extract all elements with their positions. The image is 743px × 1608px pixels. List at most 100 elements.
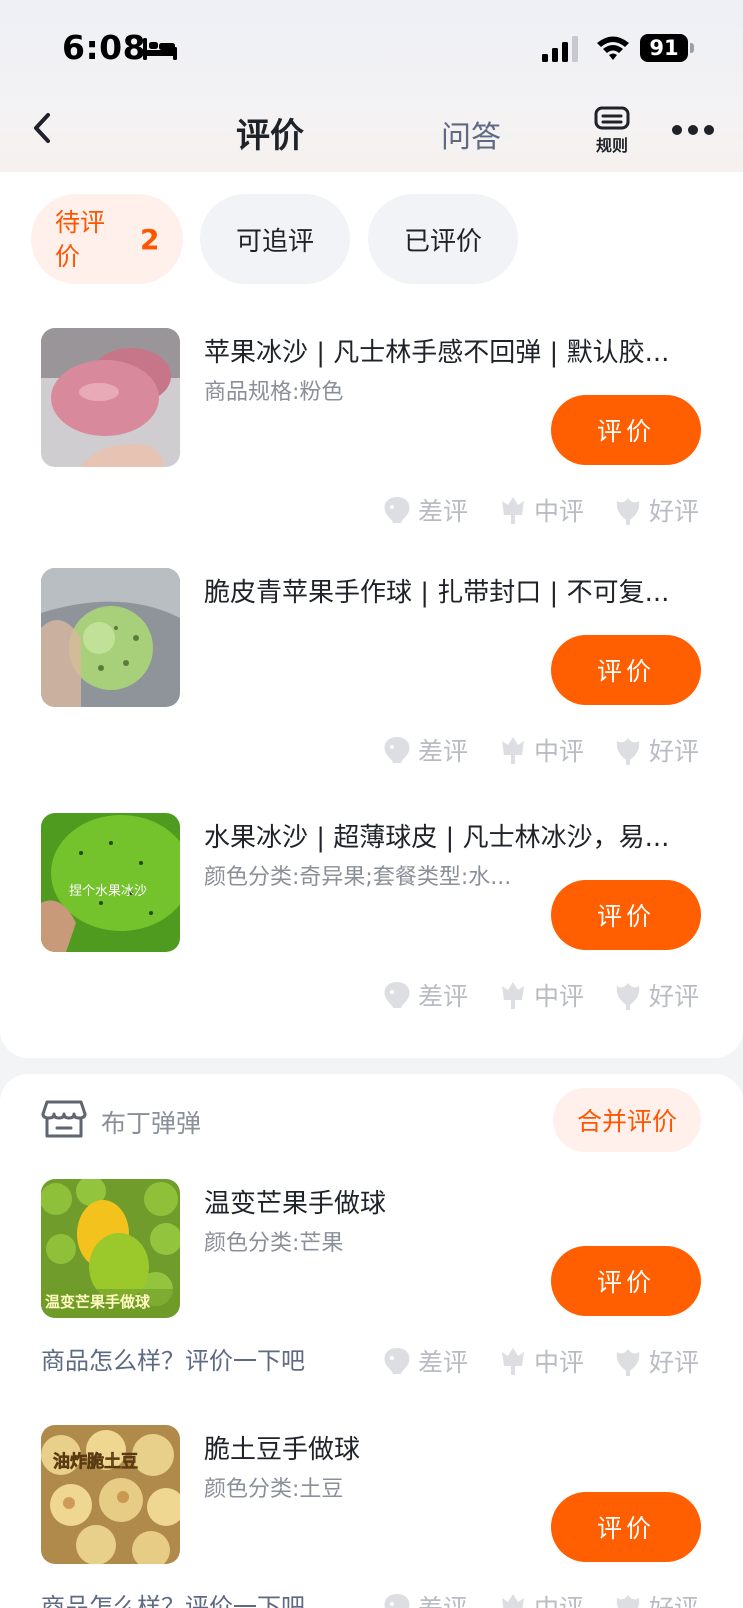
product-title[interactable]: 脆皮青苹果手作球 | 扎带封口 | 不可复...	[204, 572, 700, 609]
tab-qa[interactable]: 问答	[441, 112, 501, 156]
review-button[interactable]: 评价	[551, 1492, 701, 1562]
review-prompt: 商品怎么样？评价一下吧	[41, 1347, 305, 1375]
product-image-caption: 捏个水果冰沙	[69, 884, 147, 899]
bad-rating-icon	[384, 1348, 410, 1374]
rating-row: 差评 中评 好评	[0, 975, 743, 1015]
bad-rating-icon	[384, 1594, 410, 1608]
filter-pending[interactable]: 待评价 2	[31, 194, 183, 284]
rate-bad-button[interactable]: 差评	[380, 730, 468, 770]
mid-rating-icon	[502, 1594, 524, 1608]
review-button[interactable]: 评价	[551, 880, 701, 950]
rating-row: 商品怎么样？评价一下吧 差评 中评 好评	[0, 1587, 743, 1608]
product-title[interactable]: 脆土豆手做球	[204, 1429, 700, 1466]
wifi-icon	[597, 36, 629, 60]
battery-level: 91	[640, 34, 688, 62]
store-icon	[41, 1100, 87, 1138]
cellular-signal-icon	[542, 36, 578, 62]
review-prompt: 商品怎么样？评价一下吧	[41, 1593, 305, 1608]
rate-mid-button[interactable]: 中评	[496, 1587, 584, 1608]
pending-review-card: 待评价 2 可追评 已评价 苹果冰沙 | 凡士林手感不回弹 | 默认胶... 商…	[0, 172, 743, 1058]
list-item: 捏个水果冰沙 水果冰沙 | 超薄球皮 | 凡士林冰沙，易... 颜色分类:奇异果…	[0, 813, 743, 1043]
rate-bad-label: 差评	[418, 737, 469, 766]
product-spec: 颜色分类:土豆	[204, 1477, 344, 1502]
rate-bad-button[interactable]: 差评	[380, 1587, 468, 1608]
product-image[interactable]: 捏个水果冰沙	[41, 813, 180, 952]
battery-tip	[690, 43, 694, 53]
rules-button[interactable]: 规则	[590, 106, 634, 155]
product-image[interactable]	[41, 328, 180, 467]
product-spec: 颜色分类:芒果	[204, 1231, 344, 1256]
review-button[interactable]: 评价	[551, 395, 701, 465]
mid-rating-icon	[502, 1348, 524, 1375]
shop-name[interactable]: 布丁弹弹	[101, 1104, 201, 1140]
mid-rating-icon	[502, 497, 524, 524]
rating-row: 差评 中评 好评	[0, 490, 743, 530]
product-title[interactable]: 水果冰沙 | 超薄球皮 | 凡士林冰沙，易...	[204, 817, 700, 854]
product-image[interactable]	[41, 568, 180, 707]
rate-mid-button[interactable]: 中评	[496, 975, 584, 1015]
back-icon[interactable]	[28, 110, 58, 146]
review-button[interactable]: 评价	[551, 1246, 701, 1316]
rate-bad-button[interactable]: 差评	[380, 975, 468, 1015]
shop-card: 布丁弹弹 合并评价 温变芒果手做球 温变芒果手做球 颜色分类:芒果 评价 商品怎…	[0, 1074, 743, 1608]
rate-bad-label: 差评	[418, 497, 469, 526]
list-item: 油炸脆土豆 脆土豆手做球 颜色分类:土豆 评价 商品怎么样？评价一下吧 差评 中…	[0, 1425, 743, 1608]
product-image-caption: 油炸脆土豆	[53, 1451, 138, 1472]
mid-rating-icon	[502, 737, 524, 764]
rate-bad-label: 差评	[418, 1589, 468, 1608]
review-button[interactable]: 评价	[551, 635, 701, 705]
rate-mid-button[interactable]: 中评	[496, 1341, 584, 1381]
filter-reviewed[interactable]: 已评价	[368, 194, 518, 284]
product-title[interactable]: 苹果冰沙 | 凡士林手感不回弹 | 默认胶...	[204, 332, 700, 369]
list-item: 温变芒果手做球 温变芒果手做球 颜色分类:芒果 评价 商品怎么样？评价一下吧 差…	[0, 1179, 743, 1409]
good-rating-icon	[616, 738, 640, 765]
list-item: 脆皮青苹果手作球 | 扎带封口 | 不可复... 评价 差评 中评 好评	[0, 568, 743, 798]
rate-good-label: 好评	[649, 982, 700, 1011]
rate-mid-label: 中评	[534, 737, 585, 766]
rate-good-label: 好评	[649, 1348, 700, 1377]
good-rating-icon	[616, 1595, 640, 1608]
mid-rating-icon	[502, 982, 524, 1009]
merge-review-button[interactable]: 合并评价	[553, 1088, 701, 1152]
product-image[interactable]: 温变芒果手做球	[41, 1179, 180, 1318]
rating-row: 商品怎么样？评价一下吧 差评 中评 好评	[0, 1341, 743, 1381]
bad-rating-icon	[384, 497, 410, 523]
rate-good-button[interactable]: 好评	[611, 975, 699, 1015]
list-item: 苹果冰沙 | 凡士林手感不回弹 | 默认胶... 商品规格:粉色 评价 差评 中…	[0, 328, 743, 558]
rate-mid-label: 中评	[534, 1348, 585, 1377]
product-spec: 商品规格:粉色	[204, 380, 344, 405]
nav-bar: 评价 问答 规则	[0, 96, 743, 172]
rate-bad-label: 差评	[418, 1348, 469, 1377]
rate-good-button[interactable]: 好评	[611, 490, 699, 530]
rate-good-label: 好评	[649, 1589, 699, 1608]
rate-good-button[interactable]: 好评	[611, 1341, 699, 1381]
product-title[interactable]: 温变芒果手做球	[204, 1183, 700, 1220]
status-time: 6:08	[62, 28, 147, 67]
rate-bad-label: 差评	[418, 982, 469, 1011]
rate-mid-button[interactable]: 中评	[496, 730, 584, 770]
good-rating-icon	[616, 983, 640, 1010]
good-rating-icon	[616, 1349, 640, 1376]
product-image-caption: 温变芒果手做球	[45, 1293, 151, 1311]
sleep-mode-icon	[143, 38, 177, 60]
rate-bad-button[interactable]: 差评	[380, 490, 468, 530]
rate-good-button[interactable]: 好评	[611, 1587, 699, 1608]
product-spec: 颜色分类:奇异果;套餐类型:水...	[204, 865, 512, 890]
good-rating-icon	[616, 498, 640, 525]
rate-mid-label: 中评	[534, 982, 585, 1011]
rating-row: 差评 中评 好评	[0, 730, 743, 770]
rules-label: 规则	[595, 136, 628, 155]
tab-review[interactable]: 评价	[236, 108, 304, 157]
product-image[interactable]: 油炸脆土豆	[41, 1425, 180, 1564]
bad-rating-icon	[384, 737, 410, 763]
battery-indicator: 91	[640, 34, 694, 62]
rate-mid-button[interactable]: 中评	[496, 490, 584, 530]
rate-good-button[interactable]: 好评	[611, 730, 699, 770]
more-icon[interactable]	[672, 124, 714, 136]
rules-icon	[594, 106, 630, 130]
filter-followup[interactable]: 可追评	[200, 194, 350, 284]
rate-bad-button[interactable]: 差评	[380, 1341, 468, 1381]
bad-rating-icon	[384, 982, 410, 1008]
filter-pending-count: 2	[140, 223, 160, 256]
rate-good-label: 好评	[649, 497, 700, 526]
